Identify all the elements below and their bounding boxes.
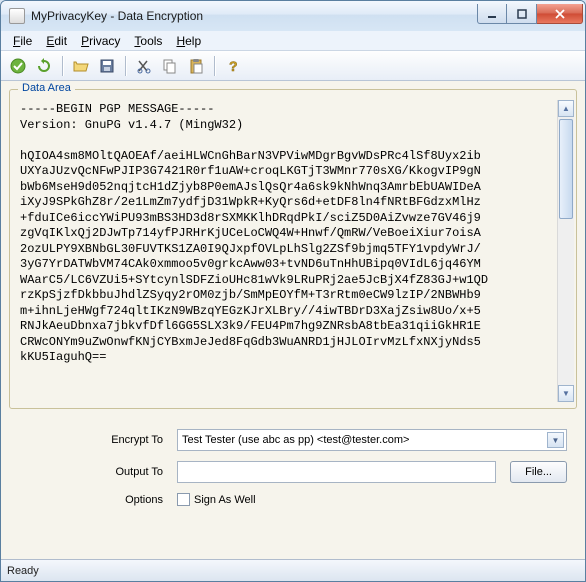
encrypt-to-value: Test Tester (use abc as pp) <test@tester…	[182, 434, 409, 446]
app-icon	[9, 8, 25, 24]
scroll-down-button[interactable]: ▼	[558, 385, 574, 402]
copy-button[interactable]	[159, 55, 181, 77]
output-to-row: Output To File...	[19, 461, 567, 483]
sign-as-well-checkbox[interactable]	[177, 493, 190, 506]
svg-text:?: ?	[229, 58, 238, 74]
output-to-label: Output To	[19, 466, 169, 478]
window-title: MyPrivacyKey - Data Encryption	[31, 9, 203, 23]
output-to-input[interactable]	[177, 461, 496, 483]
open-button[interactable]	[70, 55, 92, 77]
chevron-down-icon: ▼	[552, 436, 560, 445]
data-area-group: Data Area -----BEGIN PGP MESSAGE----- Ve…	[9, 89, 577, 409]
menu-file[interactable]: File	[7, 33, 38, 49]
menu-tools[interactable]: Tools	[128, 33, 168, 49]
menu-edit[interactable]: Edit	[40, 33, 73, 49]
floppy-disk-icon	[99, 58, 115, 74]
scissors-icon	[136, 58, 152, 74]
status-text: Ready	[7, 565, 39, 577]
menu-privacy[interactable]: Privacy	[75, 33, 126, 49]
scroll-track[interactable]	[558, 117, 574, 385]
form-area: Encrypt To Test Tester (use abc as pp) <…	[9, 423, 577, 506]
file-browse-button[interactable]: File...	[510, 461, 567, 483]
scroll-thumb[interactable]	[559, 119, 573, 219]
toolbar-separator	[62, 56, 63, 76]
check-circle-icon	[10, 58, 26, 74]
options-label: Options	[19, 494, 169, 506]
encrypt-to-combo[interactable]: Test Tester (use abc as pp) <test@tester…	[177, 429, 567, 451]
menubar: File Edit Privacy Tools Help	[1, 31, 585, 51]
copy-icon	[162, 58, 178, 74]
encrypt-to-row: Encrypt To Test Tester (use abc as pp) <…	[19, 429, 567, 451]
paste-button[interactable]	[185, 55, 207, 77]
app-window: MyPrivacyKey - Data Encryption File Edit…	[0, 0, 586, 582]
toolbar-separator	[214, 56, 215, 76]
folder-open-icon	[73, 58, 89, 74]
data-area-legend: Data Area	[18, 82, 75, 94]
maximize-icon	[517, 9, 527, 19]
statusbar: Ready	[1, 559, 585, 581]
minimize-icon	[487, 9, 497, 19]
refresh-icon	[36, 58, 52, 74]
maximize-button[interactable]	[507, 4, 537, 24]
cut-button[interactable]	[133, 55, 155, 77]
combo-dropdown-button[interactable]: ▼	[547, 432, 564, 448]
menu-help[interactable]: Help	[170, 33, 207, 49]
close-button[interactable]	[537, 4, 583, 24]
paste-icon	[188, 58, 204, 74]
options-row: Options Sign As Well	[19, 493, 567, 506]
help-button[interactable]: ?	[222, 55, 244, 77]
sign-as-well-label: Sign As Well	[194, 494, 256, 506]
vertical-scrollbar[interactable]: ▲ ▼	[557, 100, 574, 402]
save-button[interactable]	[96, 55, 118, 77]
titlebar[interactable]: MyPrivacyKey - Data Encryption	[1, 1, 585, 31]
window-controls	[477, 4, 583, 24]
encrypt-to-label: Encrypt To	[19, 434, 169, 446]
data-area-text[interactable]: -----BEGIN PGP MESSAGE----- Version: Gnu…	[18, 100, 557, 402]
close-icon	[554, 9, 566, 19]
refresh-button[interactable]	[33, 55, 55, 77]
toolbar: ?	[1, 51, 585, 81]
scroll-up-button[interactable]: ▲	[558, 100, 574, 117]
client-area: Data Area -----BEGIN PGP MESSAGE----- Ve…	[1, 81, 585, 559]
help-icon: ?	[225, 58, 241, 74]
toolbar-separator	[125, 56, 126, 76]
minimize-button[interactable]	[477, 4, 507, 24]
encrypt-button[interactable]	[7, 55, 29, 77]
